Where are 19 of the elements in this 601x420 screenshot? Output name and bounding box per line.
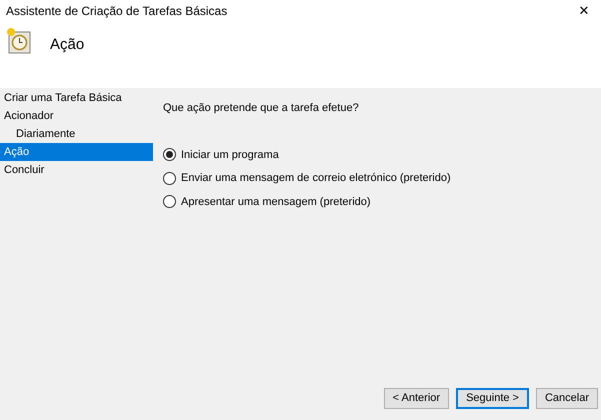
page-heading: Ação xyxy=(50,35,84,55)
wizard-step[interactable]: Concluir xyxy=(0,161,153,179)
radio-icon[interactable] xyxy=(163,195,176,208)
wizard-button[interactable]: < Anterior xyxy=(384,388,450,409)
radio-icon[interactable] xyxy=(163,148,176,162)
radio-icon[interactable] xyxy=(163,172,176,185)
wizard-button[interactable]: Seguinte > xyxy=(456,388,529,409)
close-button[interactable]: ✕ xyxy=(567,0,601,22)
window-title: Assistente de Criação de Tarefas Básicas xyxy=(6,3,228,20)
wizard-step[interactable]: Acionador xyxy=(0,107,153,125)
question-text: Que ação pretende que a tarefa efetue? xyxy=(163,101,360,116)
radio-option[interactable]: Enviar uma mensagem de correio eletrónico (preterido) xyxy=(163,170,601,186)
radio-option[interactable]: Apresentar uma mensagem (preterido) xyxy=(163,194,601,210)
wizard-step[interactable]: Ação xyxy=(0,143,153,161)
wizard-step[interactable]: Criar uma Tarefa Básica xyxy=(0,89,153,107)
wizard-step[interactable]: Diariamente xyxy=(0,125,153,143)
radio-option[interactable]: Iniciar um programa xyxy=(163,146,601,163)
wizard-button[interactable]: Cancelar xyxy=(536,388,598,409)
clock-icon xyxy=(6,27,32,55)
